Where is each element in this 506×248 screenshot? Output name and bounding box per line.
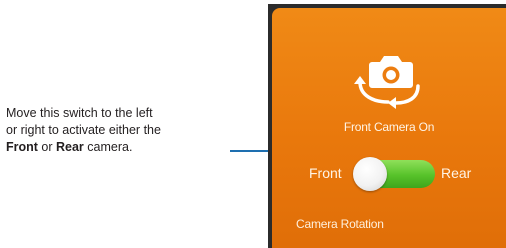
callout-tail: camera.	[83, 140, 133, 154]
camera-rotate-icon	[354, 56, 420, 109]
camera-switch[interactable]	[351, 157, 435, 191]
callout-caption: Move this switch to the left or right to…	[6, 105, 231, 156]
callout-rear-word: Rear	[56, 140, 84, 154]
rear-label: Rear	[441, 165, 472, 181]
front-label: Front	[309, 165, 342, 181]
callout-front-word: Front	[6, 140, 38, 154]
switch-knob[interactable]	[353, 157, 387, 191]
callout-or-word: or	[37, 140, 56, 154]
tile-title: Camera Rotation	[296, 217, 384, 231]
camera-status-text: Front Camera On	[343, 120, 435, 134]
callout-line-2: or right to activate either the	[6, 123, 161, 137]
callout-line-1: Move this switch to the left	[6, 106, 153, 120]
